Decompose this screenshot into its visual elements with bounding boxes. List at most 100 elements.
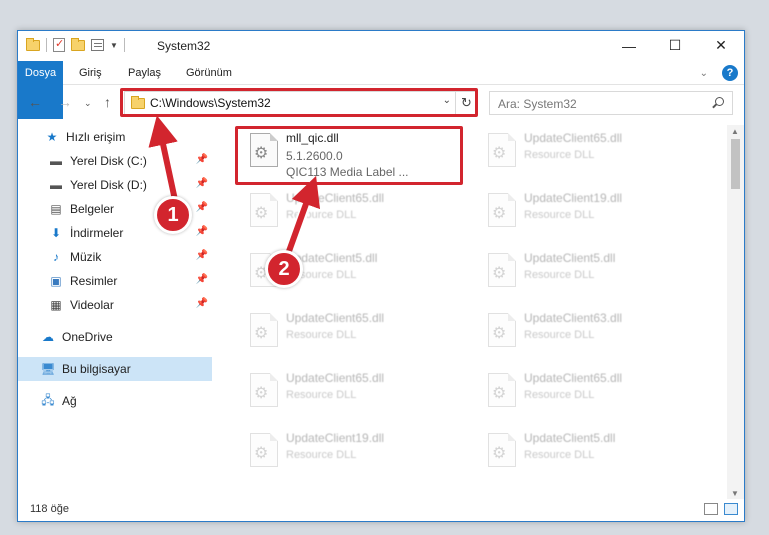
file-item[interactable]: UpdateClient19.dll Resource DLL: [238, 425, 468, 483]
file-name: UpdateClient5.dll: [524, 431, 616, 445]
divider: [123, 38, 125, 52]
sidebar-item-network[interactable]: 🖧 Ağ: [18, 389, 212, 413]
pin-icon: 📌: [195, 274, 208, 285]
sidebar-item-onedrive[interactable]: ☁ OneDrive: [18, 325, 212, 349]
file-name: UpdateClient65.dll: [524, 131, 623, 145]
callout-1: 1: [154, 196, 192, 234]
file-item[interactable]: UpdateClient65.dll Resource DLL: [476, 365, 706, 423]
status-bar: 118 öğe: [18, 499, 744, 521]
close-button[interactable]: ✕: [698, 31, 744, 60]
forward-arrow-icon[interactable]: →: [58, 94, 72, 110]
search-placeholder: Ara: System32: [498, 97, 577, 111]
scrollbar-thumb[interactable]: [731, 139, 740, 189]
tab-view[interactable]: Görünüm: [186, 61, 232, 85]
dll-file-icon: [250, 193, 278, 227]
sidebar-item-music[interactable]: ♪ Müzik 📌: [18, 245, 212, 269]
view-toggle: [704, 503, 738, 515]
sidebar-item-label: Resimler: [70, 274, 118, 288]
sidebar-item-local-disk-c[interactable]: ▬ Yerel Disk (C:) 📌: [18, 149, 212, 173]
search-input[interactable]: Ara: System32: [489, 91, 733, 115]
tab-home[interactable]: Giriş: [79, 61, 102, 85]
ribbon-tabs: Dosya Giriş Paylaş Görünüm ⌄ ?: [18, 61, 744, 119]
quick-access-toolbar: ▼: [26, 37, 125, 52]
network-icon: 🖧: [41, 392, 55, 407]
item-count: 118 öğe: [30, 503, 69, 515]
file-item[interactable]: UpdateClient63.dll Resource DLL: [476, 305, 706, 363]
sidebar-item-label: OneDrive: [62, 330, 113, 344]
drive-icon: ▬: [50, 154, 62, 168]
file-item[interactable]: UpdateClient65.dll Resource DLL: [238, 185, 468, 243]
sidebar-item-label: İndirmeler: [70, 226, 124, 240]
pin-icon: 📌: [195, 298, 208, 309]
file-name: UpdateClient19.dll: [286, 431, 385, 445]
file-name: UpdateClient65.dll: [524, 371, 623, 385]
maximize-button[interactable]: ☐: [652, 31, 698, 60]
scroll-down-icon[interactable]: ▼: [731, 489, 739, 498]
title-bar: ▼ System32 — ☐ ✕: [18, 31, 744, 61]
dll-file-icon: [488, 373, 516, 407]
sidebar-item-label: Yerel Disk (C:): [70, 154, 147, 168]
details-view-icon[interactable]: [704, 503, 718, 515]
up-arrow-icon[interactable]: ↑: [104, 94, 111, 110]
sidebar-item-label: Hızlı erişim: [66, 130, 126, 144]
navigation-pane: ★ Hızlı erişim ▬ Yerel Disk (C:) 📌 ▬ Yer…: [18, 125, 212, 500]
tiles-view-icon[interactable]: [724, 503, 738, 515]
window-controls: — ☐ ✕: [606, 31, 744, 60]
file-item[interactable]: UpdateClient65.dll Resource DLL: [238, 305, 468, 363]
cloud-icon: ☁: [42, 330, 54, 344]
folder-icon: [26, 37, 40, 51]
pin-icon: 📌: [195, 202, 208, 213]
file-description: Resource DLL: [524, 149, 595, 161]
sidebar-item-this-pc[interactable]: 🖥 Bu bilgisayar: [18, 357, 212, 381]
computer-icon: 🖥: [40, 362, 56, 376]
dll-file-icon: [488, 253, 516, 287]
address-highlight-box: [120, 88, 478, 117]
minimize-button[interactable]: —: [606, 31, 652, 60]
back-arrow-icon[interactable]: ←: [28, 94, 42, 110]
callout-2: 2: [265, 250, 303, 288]
file-description: Resource DLL: [524, 329, 595, 341]
file-name: UpdateClient65.dll: [286, 311, 385, 325]
dll-file-icon: [488, 433, 516, 467]
customize-dropdown-icon[interactable]: ▼: [110, 41, 118, 50]
recent-locations-icon[interactable]: ⌄: [84, 98, 92, 109]
file-item[interactable]: UpdateClient19.dll Resource DLL: [476, 185, 706, 243]
file-highlight-box: [235, 126, 463, 185]
file-description: Resource DLL: [286, 329, 357, 341]
sidebar-item-local-disk-d[interactable]: ▬ Yerel Disk (D:) 📌: [18, 173, 212, 197]
file-description: Resource DLL: [286, 209, 357, 221]
sidebar-item-label: Ağ: [62, 394, 77, 408]
download-icon: ⬇: [50, 226, 62, 240]
file-description: Resource DLL: [524, 449, 595, 461]
sidebar-item-label: Yerel Disk (D:): [70, 178, 147, 192]
file-description: Resource DLL: [286, 449, 357, 461]
vertical-scrollbar[interactable]: ▲ ▼: [727, 125, 744, 500]
properties-check-icon[interactable]: [53, 37, 65, 52]
sidebar-item-videos[interactable]: ▦ Videolar 📌: [18, 293, 212, 317]
file-name: UpdateClient65.dll: [286, 191, 385, 205]
file-item[interactable]: UpdateClient65.dll Resource DLL: [238, 365, 468, 423]
document-icon: ▤: [50, 202, 62, 216]
properties-icon[interactable]: [91, 39, 104, 51]
pin-icon: 📌: [195, 154, 208, 165]
help-icon[interactable]: ?: [722, 65, 738, 81]
file-description: Resource DLL: [524, 209, 595, 221]
window-title: System32: [157, 39, 211, 53]
new-folder-icon[interactable]: [71, 37, 85, 51]
file-name: UpdateClient65.dll: [286, 371, 385, 385]
dll-file-icon: [250, 313, 278, 347]
file-item[interactable]: UpdateClient5.dll Resource DLL: [476, 245, 706, 303]
sidebar-item-quick-access[interactable]: ★ Hızlı erişim: [18, 125, 212, 149]
scroll-up-icon[interactable]: ▲: [731, 127, 739, 136]
dll-file-icon: [488, 133, 516, 167]
file-item[interactable]: UpdateClient65.dll Resource DLL: [476, 125, 706, 183]
star-icon: ★: [46, 130, 58, 144]
sidebar-item-label: Belgeler: [70, 202, 115, 216]
sidebar-item-pictures[interactable]: ▣ Resimler 📌: [18, 269, 212, 293]
pin-icon: 📌: [195, 226, 208, 237]
expand-ribbon-icon[interactable]: ⌄: [700, 68, 708, 79]
file-item[interactable]: UpdateClient5.dll Resource DLL: [476, 425, 706, 483]
tab-share[interactable]: Paylaş: [128, 61, 161, 85]
file-name: UpdateClient63.dll: [524, 311, 623, 325]
search-icon: [715, 97, 724, 106]
